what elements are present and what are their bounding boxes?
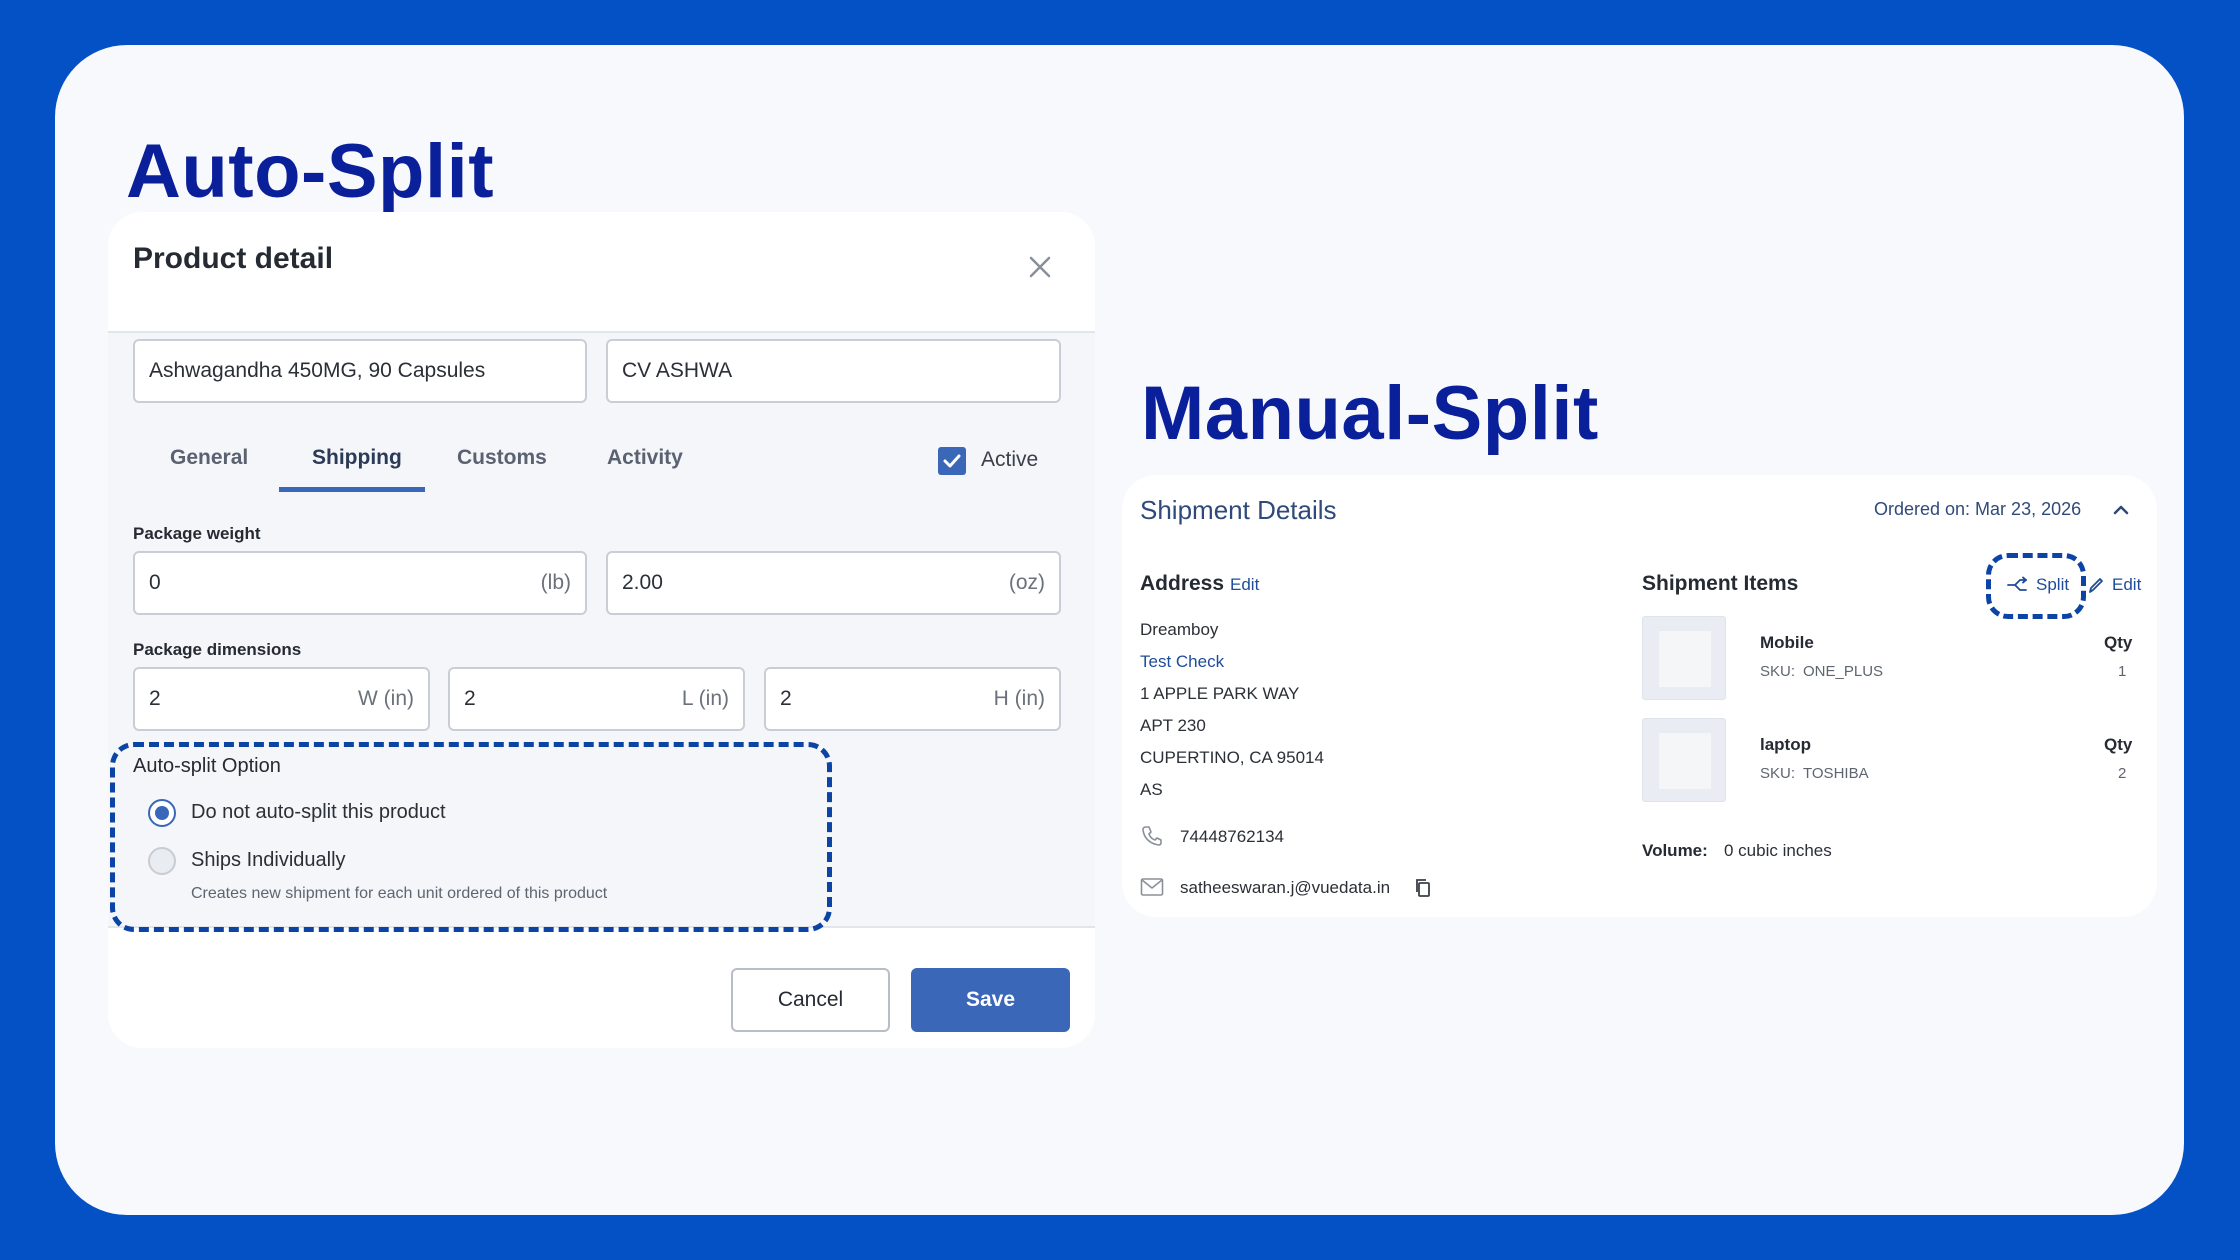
address-line: 1 APPLE PARK WAY — [1140, 684, 1300, 703]
radio-ships-individually[interactable] — [148, 847, 176, 875]
pencil-icon — [2088, 576, 2104, 599]
modal-title: Product detail — [133, 242, 334, 275]
item-sku: ONE_PLUS — [1803, 663, 1884, 680]
weight-lb-value: 0 — [149, 571, 161, 594]
product-sku-value: CV ASHWA — [622, 359, 733, 382]
weight-oz-value: 2.00 — [622, 571, 663, 594]
shipment-details-card: Shipment Details Ordered on: Mar 23, 202… — [1122, 475, 2157, 917]
tab-customs[interactable]: Customs — [457, 446, 547, 470]
check-icon — [943, 454, 961, 468]
tab-general[interactable]: General — [170, 446, 248, 470]
option-ships-individually-description: Creates new shipment for each unit order… — [191, 885, 608, 902]
item-name: Mobile — [1760, 633, 1814, 652]
no-image-icon — [1659, 631, 1711, 687]
shipment-items-heading: Shipment Items — [1642, 572, 1799, 595]
phone-number: 74448762134 — [1180, 827, 1285, 846]
address-line: Dreamboy — [1140, 620, 1219, 639]
address-line: CUPERTINO, CA 95014 — [1140, 748, 1324, 767]
save-button[interactable]: Save — [911, 968, 1070, 1032]
product-detail-modal: Product detail Ashwagandha 450MG, 90 Cap… — [108, 212, 1095, 1048]
item-sku-label: SKU: — [1760, 663, 1796, 680]
volume-value: 0 cubic inches — [1724, 841, 1832, 860]
weight-oz-input[interactable]: 2.00 (oz) — [606, 551, 1061, 615]
product-name-input[interactable]: Ashwagandha 450MG, 90 Capsules — [133, 339, 587, 403]
address-line: APT 230 — [1140, 716, 1206, 735]
dimension-length-unit: L (in) — [681, 687, 729, 710]
ordered-date: Ordered on: Mar 23, 2026 — [1874, 499, 2082, 519]
active-label: Active — [981, 448, 1039, 471]
item-qty: 1 — [2118, 663, 2127, 680]
option-ships-individually-label: Ships Individually — [191, 849, 346, 871]
item-qty-label: Qty — [2104, 633, 2133, 652]
weight-oz-unit: (oz) — [1008, 571, 1045, 594]
mail-icon — [1140, 877, 1164, 902]
address-line[interactable]: Test Check — [1140, 652, 1224, 672]
close-icon[interactable] — [1020, 247, 1060, 287]
option-no-auto-split-label: Do not auto-split this product — [191, 801, 446, 823]
dimension-width-value: 2 — [149, 687, 161, 710]
shipment-details-title: Shipment Details — [1140, 495, 1337, 525]
weight-lb-unit: (lb) — [540, 571, 571, 594]
dimension-height-value: 2 — [780, 687, 792, 710]
dimension-height-input[interactable]: 2 H (in) — [764, 667, 1061, 731]
active-tab-indicator — [279, 487, 425, 492]
item-name: laptop — [1760, 735, 1811, 754]
item-thumbnail — [1642, 616, 1726, 700]
dimension-height-unit: H (in) — [993, 687, 1045, 710]
address-edit-link[interactable]: Edit — [1230, 575, 1259, 595]
manual-split-heading: Manual-Split — [1141, 371, 1599, 456]
address-line: AS — [1140, 780, 1163, 799]
dimension-length-input[interactable]: 2 L (in) — [448, 667, 745, 731]
items-edit-link[interactable]: Edit — [2112, 575, 2141, 595]
package-dimensions-label: Package dimensions — [133, 640, 302, 659]
cancel-button[interactable]: Cancel — [731, 968, 890, 1032]
package-weight-label: Package weight — [133, 524, 261, 543]
weight-lb-input[interactable]: 0 (lb) — [133, 551, 587, 615]
auto-split-heading: Auto-Split — [126, 129, 495, 214]
dimension-length-value: 2 — [464, 687, 476, 710]
item-sku-label: SKU: — [1760, 765, 1796, 782]
product-name-value: Ashwagandha 450MG, 90 Capsules — [149, 359, 486, 382]
auto-split-option-label: Auto-split Option — [133, 755, 281, 777]
copy-icon[interactable] — [1414, 878, 1432, 903]
split-icon — [2006, 576, 2028, 599]
radio-no-auto-split[interactable] — [148, 799, 176, 827]
dimension-width-unit: W (in) — [358, 687, 414, 710]
item-sku: TOSHIBA — [1803, 765, 1869, 782]
product-sku-input[interactable]: CV ASHWA — [606, 339, 1061, 403]
active-checkbox[interactable] — [938, 447, 966, 475]
modal-header: Product detail — [108, 212, 1095, 333]
address-heading: Address — [1140, 572, 1225, 595]
tab-shipping[interactable]: Shipping — [312, 446, 402, 470]
tab-activity[interactable]: Activity — [607, 446, 683, 470]
phone-icon — [1140, 824, 1164, 853]
item-qty: 2 — [2118, 765, 2127, 782]
chevron-up-icon[interactable] — [2110, 499, 2132, 521]
item-qty-label: Qty — [2104, 735, 2133, 754]
item-thumbnail — [1642, 718, 1726, 802]
email-address: satheeswaran.j@vuedata.in — [1180, 878, 1391, 897]
no-image-icon — [1659, 733, 1711, 789]
volume-label: Volume: — [1642, 841, 1708, 860]
split-button[interactable]: Split — [2036, 575, 2069, 595]
dimension-width-input[interactable]: 2 W (in) — [133, 667, 430, 731]
